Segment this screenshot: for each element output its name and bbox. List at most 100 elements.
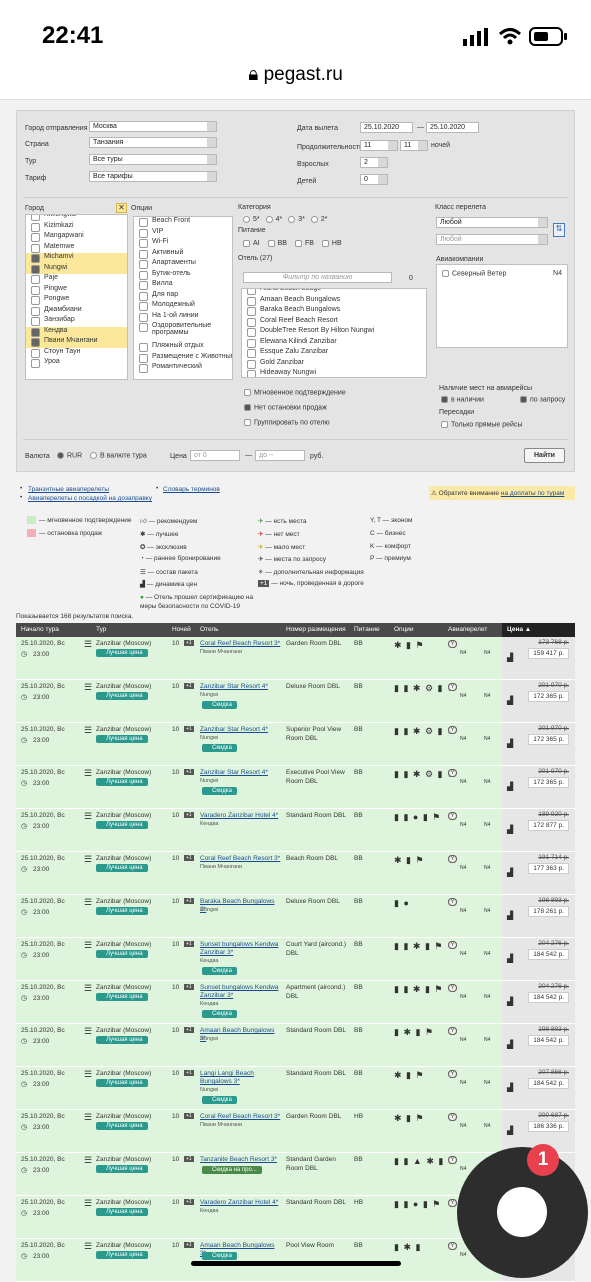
table-row[interactable]: 25.10.2020, Вс 23:00 ◷ ☰ Zanzibar (Moscow) Лу… [16, 809, 575, 852]
row-hotel[interactable]: Zanzibar Star Resort 4* [200, 769, 282, 777]
header-opts[interactable]: Опции [394, 626, 414, 633]
city-item[interactable]: Kizimkazi [26, 222, 127, 233]
header-room[interactable]: Номер размещения [286, 626, 346, 633]
table-row[interactable]: 25.10.2020, Вс 23:00 ◷ ☰ Zanzibar (Moscow) Лу… [16, 680, 575, 723]
meal-checkbox[interactable]: AI [243, 240, 260, 247]
option-item[interactable]: Wi-Fi [134, 238, 232, 249]
price-button[interactable]: 178 261 р. [528, 906, 569, 917]
option-item[interactable]: На 1-ой линии [134, 312, 232, 323]
price-chart-icon[interactable]: ▟ [507, 1126, 513, 1135]
instant-checkbox[interactable]: Мгновенное подтверждение [244, 389, 346, 396]
header-nights[interactable]: Ночей [172, 626, 191, 633]
meal-checkbox[interactable]: FB [294, 240, 314, 247]
adults-select[interactable]: 2 [360, 157, 388, 168]
row-hotel[interactable]: Langi Langi Beach Bungalows 3* [200, 1070, 282, 1086]
price-chart-icon[interactable]: ▟ [507, 954, 513, 963]
option-item[interactable]: Апартаменты [134, 259, 232, 270]
price-chart-icon[interactable]: ▟ [507, 653, 513, 662]
table-row[interactable]: 25.10.2020, Вс 23:00 ◷ ☰ Zanzibar (Moscow) Лу… [16, 766, 575, 809]
price-button[interactable]: 172 365 р. [528, 691, 569, 702]
row-hotel[interactable]: Sunset bungalows Kendwa Zanzibar 3* [200, 984, 282, 1000]
city-item[interactable]: Kiwengwa [26, 215, 127, 222]
price-button[interactable]: 172 365 р. [528, 734, 569, 745]
header-meal[interactable]: Питание [354, 626, 380, 633]
option-item[interactable]: Молодежный [134, 301, 232, 312]
price-button[interactable]: 184 542 р. [528, 1078, 569, 1089]
price-button[interactable]: 172 877 р. [528, 820, 569, 831]
header-start[interactable]: Начало тура [21, 626, 59, 633]
price-chart-icon[interactable]: ▟ [507, 1040, 513, 1049]
table-row[interactable]: 25.10.2020, Вс 23:00 ◷ ☰ Zanzibar (Moscow) Лу… [16, 1110, 575, 1153]
airline-checkbox[interactable]: Северный Ветер [442, 270, 506, 277]
table-row[interactable]: 25.10.2020, Вс 23:00 ◷ ☰ Zanzibar (Moscow) Лу… [16, 723, 575, 766]
city-item[interactable]: Кендва [26, 326, 127, 337]
row-hotel[interactable]: Zanzibar Star Resort 4* [200, 683, 282, 691]
price-chart-icon[interactable]: ▟ [507, 1083, 513, 1092]
date-to-input[interactable]: 25.10.2020 [426, 122, 479, 133]
list-icon[interactable]: ☰ [84, 983, 92, 994]
list-icon[interactable]: ☰ [84, 940, 92, 951]
list-icon[interactable]: ☰ [84, 1026, 92, 1037]
price-button[interactable]: 184 542 р. [528, 992, 569, 1003]
option-item[interactable]: Оздоровительные программы [134, 322, 232, 342]
city-item[interactable]: Занзибар [26, 316, 127, 327]
terms-link[interactable]: Словарь терминов [163, 486, 220, 493]
city-item[interactable]: Michamvi [26, 253, 127, 264]
option-item[interactable]: Размещение с Животными [134, 353, 232, 364]
row-hotel[interactable]: Coral Reef Beach Resort 3* [200, 1113, 282, 1121]
category-checkbox[interactable]: 5* [243, 216, 260, 223]
table-row[interactable]: 25.10.2020, Вс 23:00 ◷ ☰ Zanzibar (Moscow) Лу… [16, 1024, 575, 1067]
city-item[interactable]: Nungwi [26, 263, 127, 274]
flights-link[interactable]: Авиаперелеты с посадкой на дозаправку [28, 495, 152, 502]
city-item[interactable]: Уроа [26, 358, 127, 369]
price-chart-icon[interactable]: ▟ [507, 997, 513, 1006]
price-button[interactable]: 177 363 р. [528, 863, 569, 874]
price-button[interactable]: 186 336 р. [528, 1121, 569, 1132]
list-icon[interactable]: ☰ [84, 854, 92, 865]
list-icon[interactable]: ☰ [84, 639, 92, 650]
class-select-2[interactable]: Любой [436, 234, 548, 245]
category-checkbox[interactable]: 3* [288, 216, 305, 223]
date-from-input[interactable]: 25.10.2020 [360, 122, 413, 133]
hotel-item[interactable]: Elewana Kilindi Zanzibar [242, 338, 426, 349]
option-item[interactable]: Романтический [134, 363, 232, 374]
chat-button[interactable] [457, 1147, 588, 1278]
city-item[interactable]: Pingwe [26, 285, 127, 296]
option-item[interactable]: Вилла [134, 280, 232, 291]
swap-icon[interactable]: ⇅ [553, 223, 565, 237]
tariff-select[interactable]: Все тарифы [89, 171, 217, 182]
table-row[interactable]: 25.10.2020, Вс 23:00 ◷ ☰ Zanzibar (Moscow) Лу… [16, 938, 575, 981]
list-icon[interactable]: ☰ [84, 1112, 92, 1123]
price-chart-icon[interactable]: ▟ [507, 696, 513, 705]
city-item[interactable]: Джамбиани [26, 306, 127, 317]
table-row[interactable]: 25.10.2020, Вс 23:00 ◷ ☰ Zanzibar (Moscow) Лу… [16, 1067, 575, 1110]
hotel-item[interactable]: Essque Zalu Zanzibar [242, 348, 426, 359]
currency-rub-radio[interactable]: RUR [57, 452, 82, 459]
children-select[interactable]: 0 [360, 174, 388, 185]
avail-yes-checkbox[interactable]: в наличии [441, 396, 484, 403]
price-from-input[interactable]: от 0 [190, 450, 240, 461]
list-icon[interactable]: ☰ [84, 1069, 92, 1080]
price-button[interactable]: 172 365 р. [528, 777, 569, 788]
hotel-item[interactable]: Gold Zanzibar [242, 359, 426, 370]
header-price[interactable]: Цена ▲ [502, 623, 575, 637]
option-item[interactable]: Пляжный отдых [134, 342, 232, 353]
table-row[interactable]: 25.10.2020, Вс 23:00 ◷ ☰ Zanzibar (Moscow) Лу… [16, 637, 575, 680]
hotel-item[interactable]: Amaan Beach Bungalows [242, 296, 426, 307]
hotel-item[interactable]: Baraka Beach Bungalows [242, 306, 426, 317]
table-row[interactable]: 25.10.2020, Вс 23:00 ◷ ☰ Zanzibar (Moscow) Лу… [16, 895, 575, 938]
list-icon[interactable]: ☰ [84, 1241, 92, 1252]
extra-link[interactable]: на доплаты по турам [501, 490, 565, 497]
row-hotel[interactable]: Varadero Zanzibar Hotel 4* [200, 1199, 282, 1207]
avail-req-checkbox[interactable]: по запросу [520, 396, 565, 403]
list-icon[interactable]: ☰ [84, 725, 92, 736]
list-icon[interactable]: ☰ [84, 897, 92, 908]
country-select[interactable]: Танзания [89, 137, 217, 148]
city-item[interactable]: Стоун Таун [26, 348, 127, 359]
clear-city-icon[interactable]: ✕ [116, 203, 127, 213]
option-item[interactable]: VIP [134, 228, 232, 239]
table-row[interactable]: 25.10.2020, Вс 23:00 ◷ ☰ Zanzibar (Moscow) Лу… [16, 852, 575, 895]
row-hotel[interactable]: Coral Reef Beach Resort 3* [200, 855, 282, 863]
price-button[interactable]: 184 542 р. [528, 1035, 569, 1046]
price-chart-icon[interactable]: ▟ [507, 782, 513, 791]
